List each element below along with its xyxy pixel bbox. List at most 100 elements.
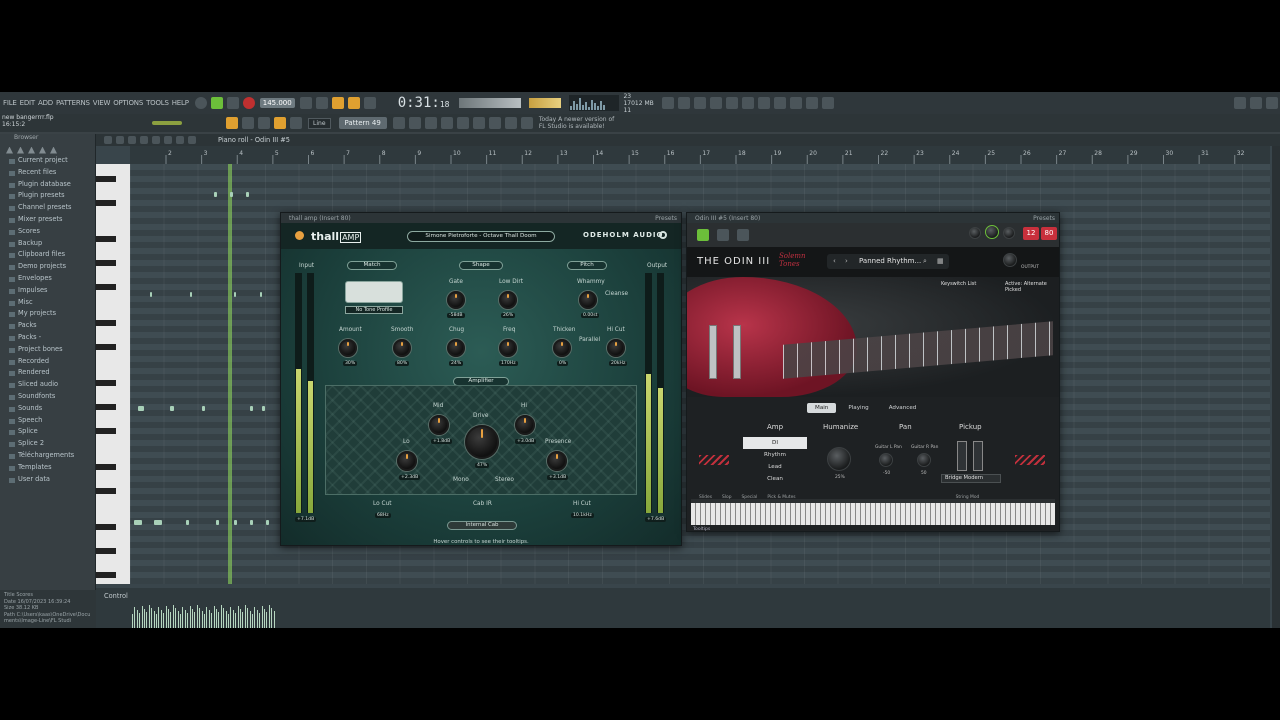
black-key[interactable]: [96, 524, 116, 530]
odin-output-knob[interactable]: [1003, 253, 1017, 267]
velocity-bar[interactable]: [223, 608, 225, 628]
menu-file[interactable]: FILE: [3, 99, 17, 107]
velocity-bar[interactable]: [273, 611, 275, 628]
velocity-bar[interactable]: [192, 609, 193, 628]
humanize-knob[interactable]: [827, 447, 851, 471]
lowdirt-knob[interactable]: [499, 291, 517, 309]
browser-item[interactable]: Recorded: [0, 357, 95, 369]
note[interactable]: [150, 292, 152, 297]
velocity-bar[interactable]: [235, 613, 237, 628]
mixer-icon[interactable]: [661, 97, 674, 109]
cleanse-label[interactable]: Cleanse: [605, 291, 628, 297]
thall-presets-button[interactable]: Presets: [655, 215, 677, 222]
browser-item[interactable]: Plugin presets: [0, 191, 95, 203]
velocity-bar[interactable]: [172, 605, 174, 628]
velocity-bar[interactable]: [228, 614, 229, 628]
odin-host-knob-2[interactable]: [985, 225, 999, 239]
browser-item[interactable]: Project bones: [0, 345, 95, 357]
close-icon[interactable]: [1266, 97, 1278, 109]
velocity-bar[interactable]: [151, 608, 153, 628]
export-icon[interactable]: [821, 97, 834, 109]
record-button[interactable]: [242, 97, 255, 109]
velocity-bar[interactable]: [218, 612, 220, 628]
thall-preset-selector[interactable]: Simone Pietroforte - Octave Thall Doom: [407, 231, 555, 242]
velocity-bar[interactable]: [249, 611, 251, 628]
note[interactable]: [154, 520, 162, 525]
odin-title-bar[interactable]: Odin III #5 (Insert 80) Presets: [687, 213, 1059, 223]
thall-power-icon[interactable]: [295, 231, 304, 240]
black-key[interactable]: [96, 200, 116, 206]
odin-keyboard[interactable]: [691, 499, 1055, 525]
record-view-icon[interactable]: [520, 117, 533, 129]
black-key[interactable]: [96, 488, 116, 494]
browser-item[interactable]: Backup: [0, 239, 95, 251]
roll-view-icon[interactable]: [440, 117, 453, 129]
piano-keyboard[interactable]: [96, 164, 130, 584]
velocity-bar[interactable]: [134, 607, 136, 628]
velocity-bar[interactable]: [165, 606, 167, 628]
browser-back-icon[interactable]: [6, 146, 13, 154]
browser-item[interactable]: Splice: [0, 427, 95, 439]
velocity-bar[interactable]: [199, 608, 201, 628]
delete-icon[interactable]: [152, 136, 160, 144]
record-audio-icon[interactable]: [773, 97, 786, 109]
velocity-bar[interactable]: [208, 610, 210, 628]
velocity-bar[interactable]: [242, 612, 244, 628]
note[interactable]: [138, 406, 144, 411]
tab-playing[interactable]: Playing: [840, 403, 876, 413]
browser-item[interactable]: Sliced audio: [0, 380, 95, 392]
cpu-view-icon[interactable]: [504, 117, 517, 129]
browser-star-icon[interactable]: [39, 146, 46, 154]
velocity-bar[interactable]: [187, 613, 189, 628]
drive-knob[interactable]: [465, 425, 499, 459]
pitch-section-header[interactable]: Pitch: [567, 261, 607, 270]
tone-profile-display[interactable]: [345, 281, 403, 303]
velocity-bar[interactable]: [254, 607, 256, 628]
note[interactable]: [170, 406, 174, 411]
line-mode-select[interactable]: Line: [308, 117, 331, 129]
pickup-switch-neck[interactable]: [957, 441, 967, 471]
parallel-label[interactable]: Parallel: [579, 337, 600, 343]
odin-host-knob-1[interactable]: [969, 227, 981, 239]
song-position-slider[interactable]: [459, 98, 522, 108]
match-section-header[interactable]: Match: [347, 261, 397, 270]
velocity-bar[interactable]: [268, 605, 270, 628]
magnet-icon[interactable]: [116, 136, 124, 144]
amp-item-di[interactable]: DI: [743, 437, 807, 449]
preset-grid-icon[interactable]: ▦: [937, 254, 944, 269]
smart-disable-icon[interactable]: [789, 97, 802, 109]
browser-item[interactable]: User data: [0, 475, 95, 487]
select-icon[interactable]: [176, 136, 184, 144]
amp-item-lead[interactable]: Lead: [743, 461, 807, 473]
time-display[interactable]: 0:31:18: [398, 95, 450, 111]
velocity-bar[interactable]: [261, 606, 263, 628]
stop-button[interactable]: [226, 97, 239, 109]
velocity-bar[interactable]: [139, 613, 141, 628]
tone-profile-select[interactable]: No Tone Profile: [345, 306, 403, 314]
note[interactable]: [250, 406, 253, 411]
black-key[interactable]: [96, 548, 116, 554]
browser-item[interactable]: Splice 2: [0, 439, 95, 451]
cab-ir-label[interactable]: Cab IR: [473, 501, 492, 507]
note[interactable]: [246, 192, 249, 197]
black-key[interactable]: [96, 260, 116, 266]
zoom-icon[interactable]: [188, 136, 196, 144]
velocity-bar[interactable]: [220, 605, 222, 628]
velocity-bar[interactable]: [177, 611, 179, 628]
velocity-bar[interactable]: [180, 614, 181, 628]
hicut-knob[interactable]: [607, 339, 625, 357]
minimize-icon[interactable]: [1234, 97, 1246, 109]
browser-item[interactable]: Recent files: [0, 168, 95, 180]
menu-patterns[interactable]: PATTERNS: [56, 99, 90, 107]
velocity-bar[interactable]: [175, 608, 177, 628]
velocity-bar[interactable]: [225, 611, 227, 628]
velocity-bar[interactable]: [144, 609, 145, 628]
odin-arrow-icon[interactable]: [697, 229, 709, 241]
browser-item[interactable]: Mixer presets: [0, 215, 95, 227]
master-volume-slider[interactable]: [529, 98, 562, 108]
velocity-bar[interactable]: [237, 606, 239, 628]
presence-knob[interactable]: [547, 451, 567, 471]
velocity-bar[interactable]: [184, 610, 186, 628]
velocity-bar[interactable]: [189, 606, 191, 628]
note[interactable]: [134, 520, 142, 525]
